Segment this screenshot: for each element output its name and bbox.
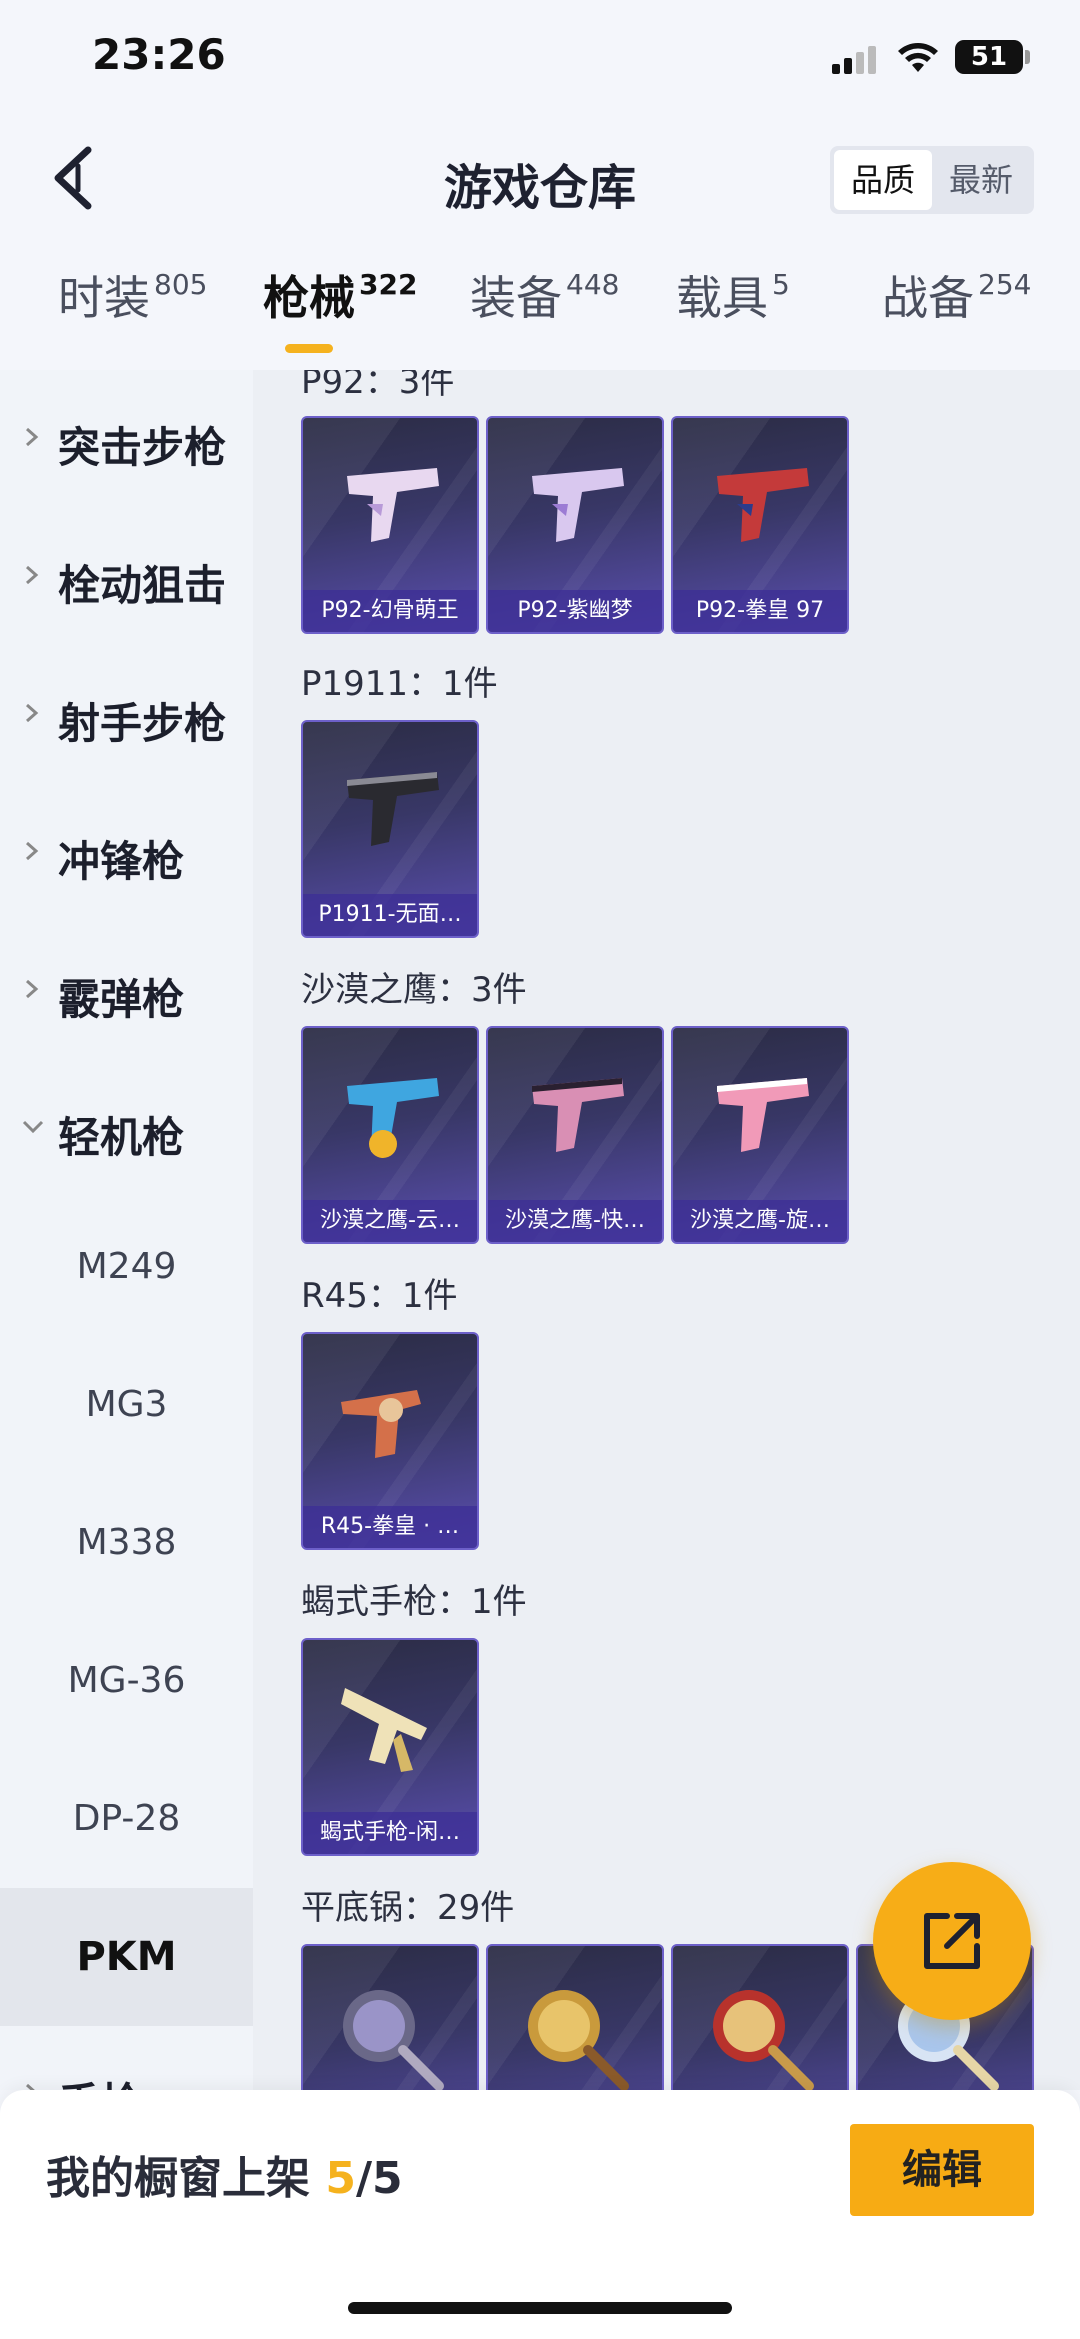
tab-count: 448 [566, 268, 620, 301]
tab-label: 载具 [676, 271, 768, 325]
sidebar-item-label: 冲锋枪 [58, 837, 185, 886]
item-name: P92-拳皇 97 [673, 590, 847, 632]
tab-fashion[interactable]: 时装 805 [58, 262, 207, 328]
status-bar: 23:26 51 [0, 0, 1080, 120]
frying-pan-icon [713, 1990, 814, 2090]
edit-button[interactable]: 编辑 [850, 2124, 1034, 2216]
showcase-label: 我的橱窗上架 5/5 [46, 2142, 403, 2206]
group-title-frying-pan: 平底锅：29件 [301, 1888, 515, 1928]
cellular-signal-icon [832, 46, 876, 74]
item-card[interactable] [301, 1944, 479, 2090]
item-grid: P92：3件 P92-幻骨萌王 P92-紫幽梦 P92-拳皇 97 P1911：… [253, 370, 1080, 2090]
item-card[interactable] [486, 1944, 664, 2090]
item-card[interactable]: P92-幻骨萌王 [301, 416, 479, 634]
sidebar-item-marksman-rifle[interactable]: 射手步枪 [0, 646, 253, 784]
sidebar-subitem-mg3[interactable]: MG3 [0, 1336, 253, 1474]
tab-label: 时装 [58, 271, 150, 325]
item-card[interactable]: 沙漠之鹰-旋… [671, 1026, 849, 1244]
sidebar-item-assault-rifle[interactable]: 突击步枪 [0, 370, 253, 508]
tab-count: 322 [359, 268, 418, 301]
category-tabs: 时装 805 枪械 322 装备 448 载具 5 战备 254 [0, 262, 1080, 370]
chevron-right-icon [26, 841, 39, 861]
sidebar-item-bolt-sniper[interactable]: 栓动狙击 [0, 508, 253, 646]
pistol-icon [532, 1078, 624, 1152]
tab-vehicles[interactable]: 载具 5 [676, 262, 790, 328]
item-name: 沙漠之鹰-旋… [673, 1200, 847, 1242]
showcase-current-count: 5 [325, 2153, 356, 2204]
sort-toggle[interactable]: 品质 最新 [830, 146, 1034, 214]
sidebar-item-shotgun[interactable]: 霰弹枪 [0, 922, 253, 1060]
item-card[interactable]: 沙漠之鹰-快… [486, 1026, 664, 1244]
chevron-right-icon [26, 703, 39, 723]
sidebar-item-label: 突击步枪 [58, 423, 227, 472]
tab-label: 战备 [882, 271, 974, 325]
chevron-down-icon [22, 1120, 44, 1134]
smg-icon [341, 1688, 427, 1772]
sidebar-item-label: 轻机枪 [58, 1113, 185, 1162]
sidebar-item-smg[interactable]: 冲锋枪 [0, 784, 253, 922]
tab-label: 枪械 [263, 271, 355, 325]
home-indicator[interactable] [348, 2302, 732, 2314]
tab-count: 254 [978, 268, 1032, 301]
frying-pan-icon [528, 1990, 629, 2090]
sidebar-subitem-pkm[interactable]: PKM [0, 1888, 253, 2026]
sidebar-item-label: 霰弹枪 [58, 975, 185, 1024]
active-tab-indicator [285, 344, 333, 353]
tab-label: 装备 [470, 271, 562, 325]
tab-supplies[interactable]: 战备 254 [882, 262, 1031, 328]
pistol-icon [347, 468, 439, 542]
chevron-right-icon [26, 427, 39, 447]
item-name: 蝎式手枪-闲… [303, 1812, 477, 1854]
sidebar-subitem-dp28[interactable]: DP-28 [0, 1750, 253, 1888]
item-card[interactable]: P1911-无面… [301, 720, 479, 938]
item-card[interactable]: 沙漠之鹰-云… [301, 1026, 479, 1244]
item-card[interactable]: P92-紫幽梦 [486, 416, 664, 634]
wifi-icon [898, 43, 938, 72]
item-name: P1911-无面… [303, 894, 477, 936]
sidebar-subitem-mg36[interactable]: MG-36 [0, 1612, 253, 1750]
group-title-p1911: P1911：1件 [301, 664, 498, 704]
pistol-icon [347, 1078, 439, 1158]
sidebar: 突击步枪 栓动狙击 射手步枪 冲锋枪 霰弹枪 轻机枪 M249 MG3 M338… [0, 370, 253, 2128]
item-card[interactable]: 蝎式手枪-闲… [301, 1638, 479, 1856]
pistol-icon [347, 772, 439, 846]
showcase-total-count: /5 [355, 2153, 403, 2204]
item-name: 沙漠之鹰-快… [488, 1200, 662, 1242]
battery-icon: 51 [955, 40, 1023, 74]
share-external-icon [924, 1913, 980, 1969]
showcase-text: 我的橱窗上架 [46, 2153, 326, 2204]
frying-pan-icon [343, 1990, 444, 2090]
group-title-desert-eagle: 沙漠之鹰：3件 [301, 970, 527, 1010]
share-button[interactable] [873, 1862, 1031, 2020]
sidebar-item-label: 栓动狙击 [58, 561, 227, 610]
sidebar-subitem-m338[interactable]: M338 [0, 1474, 253, 1612]
tab-count: 805 [154, 268, 208, 301]
sidebar-item-lmg[interactable]: 轻机枪 [0, 1060, 253, 1198]
pistol-icon [717, 468, 809, 542]
sidebar-item-label: 射手步枪 [58, 699, 227, 748]
tab-count: 5 [772, 268, 790, 301]
item-name: R45-拳皇 · … [303, 1506, 477, 1548]
revolver-icon [341, 1390, 421, 1458]
sort-newest-button[interactable]: 最新 [932, 150, 1030, 210]
status-time: 23:26 [92, 30, 226, 79]
pistol-icon [717, 1078, 809, 1152]
battery-nub [1025, 50, 1030, 64]
pistol-icon [532, 468, 624, 542]
tab-equipment[interactable]: 装备 448 [470, 262, 619, 328]
item-name: P92-幻骨萌王 [303, 590, 477, 632]
item-card[interactable] [671, 1944, 849, 2090]
item-card[interactable]: R45-拳皇 · … [301, 1332, 479, 1550]
group-title-p92: P92：3件 [301, 370, 455, 402]
sidebar-subitem-m249[interactable]: M249 [0, 1198, 253, 1336]
item-name: P92-紫幽梦 [488, 590, 662, 632]
chevron-right-icon [26, 565, 39, 585]
sort-quality-button[interactable]: 品质 [834, 150, 932, 210]
group-title-r45: R45：1件 [301, 1276, 458, 1316]
item-name: 沙漠之鹰-云… [303, 1200, 477, 1242]
chevron-right-icon [26, 979, 39, 999]
tab-guns[interactable]: 枪械 322 [263, 262, 417, 328]
group-title-scorpion: 蝎式手枪：1件 [301, 1582, 527, 1622]
item-card[interactable]: P92-拳皇 97 [671, 416, 849, 634]
